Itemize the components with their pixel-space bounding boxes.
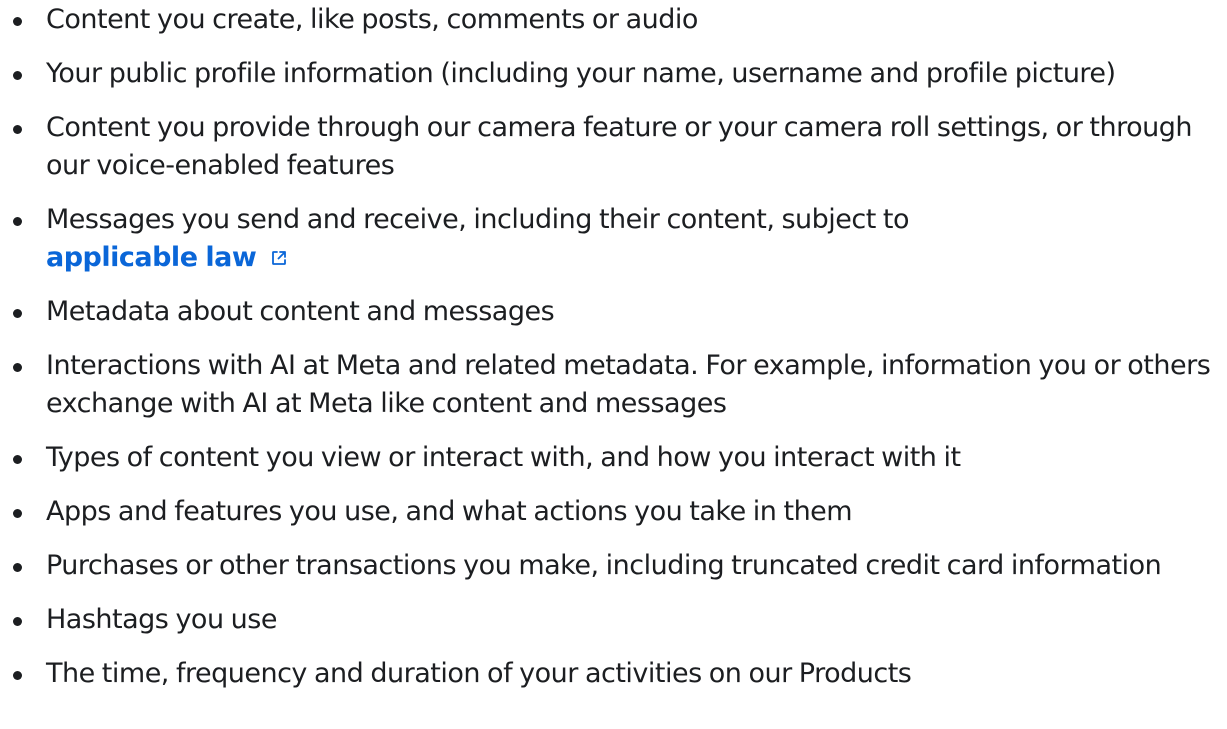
list-item: Your public profile information (includi… — [0, 55, 1227, 93]
list-item: Interactions with AI at Meta and related… — [0, 347, 1227, 423]
list-item-text: Metadata about content and messages — [46, 296, 555, 327]
list-item: Apps and features you use, and what acti… — [0, 493, 1227, 531]
list-item-text: The time, frequency and duration of your… — [46, 658, 912, 689]
bullet-icon — [13, 455, 22, 464]
list-item-text: Interactions with AI at Meta and related… — [46, 350, 1211, 419]
data-collected-list: Content you create, like posts, comments… — [0, 1, 1227, 709]
bullet-icon — [13, 125, 22, 134]
list-item-text: Types of content you view or interact wi… — [46, 442, 961, 473]
policy-content: Content you create, like posts, comments… — [0, 0, 1227, 729]
bullet-icon — [13, 217, 22, 226]
list-item: Purchases or other transactions you make… — [0, 547, 1227, 585]
list-item: The time, frequency and duration of your… — [0, 655, 1227, 693]
list-item: Hashtags you use — [0, 601, 1227, 639]
list-item-text: Content you create, like posts, comments… — [46, 4, 698, 35]
list-item-text: Hashtags you use — [46, 604, 277, 635]
bullet-icon — [13, 509, 22, 518]
list-item-text: Messages you send and receive, including… — [46, 204, 910, 235]
list-item: Content you create, like posts, comments… — [0, 1, 1227, 39]
list-item: Metadata about content and messages — [0, 293, 1227, 331]
bullet-icon — [13, 71, 22, 80]
bullet-icon — [13, 309, 22, 318]
bullet-icon — [13, 671, 22, 680]
list-item: Types of content you view or interact wi… — [0, 439, 1227, 477]
list-item-text: Content you provide through our camera f… — [46, 112, 1192, 181]
list-item-text: Apps and features you use, and what acti… — [46, 496, 853, 527]
list-item: Messages you send and receive, including… — [0, 201, 1227, 277]
applicable-law-link[interactable]: applicable law — [46, 242, 288, 273]
applicable-law-link-label: applicable law — [46, 242, 257, 273]
bullet-icon — [13, 363, 22, 372]
bullet-icon — [13, 17, 22, 26]
bullet-icon — [13, 617, 22, 626]
list-item-text: Purchases or other transactions you make… — [46, 550, 1162, 581]
external-link-icon — [272, 251, 287, 265]
list-item: Content you provide through our camera f… — [0, 109, 1227, 185]
list-item-text: Your public profile information (includi… — [46, 58, 1116, 89]
bullet-icon — [13, 563, 22, 572]
